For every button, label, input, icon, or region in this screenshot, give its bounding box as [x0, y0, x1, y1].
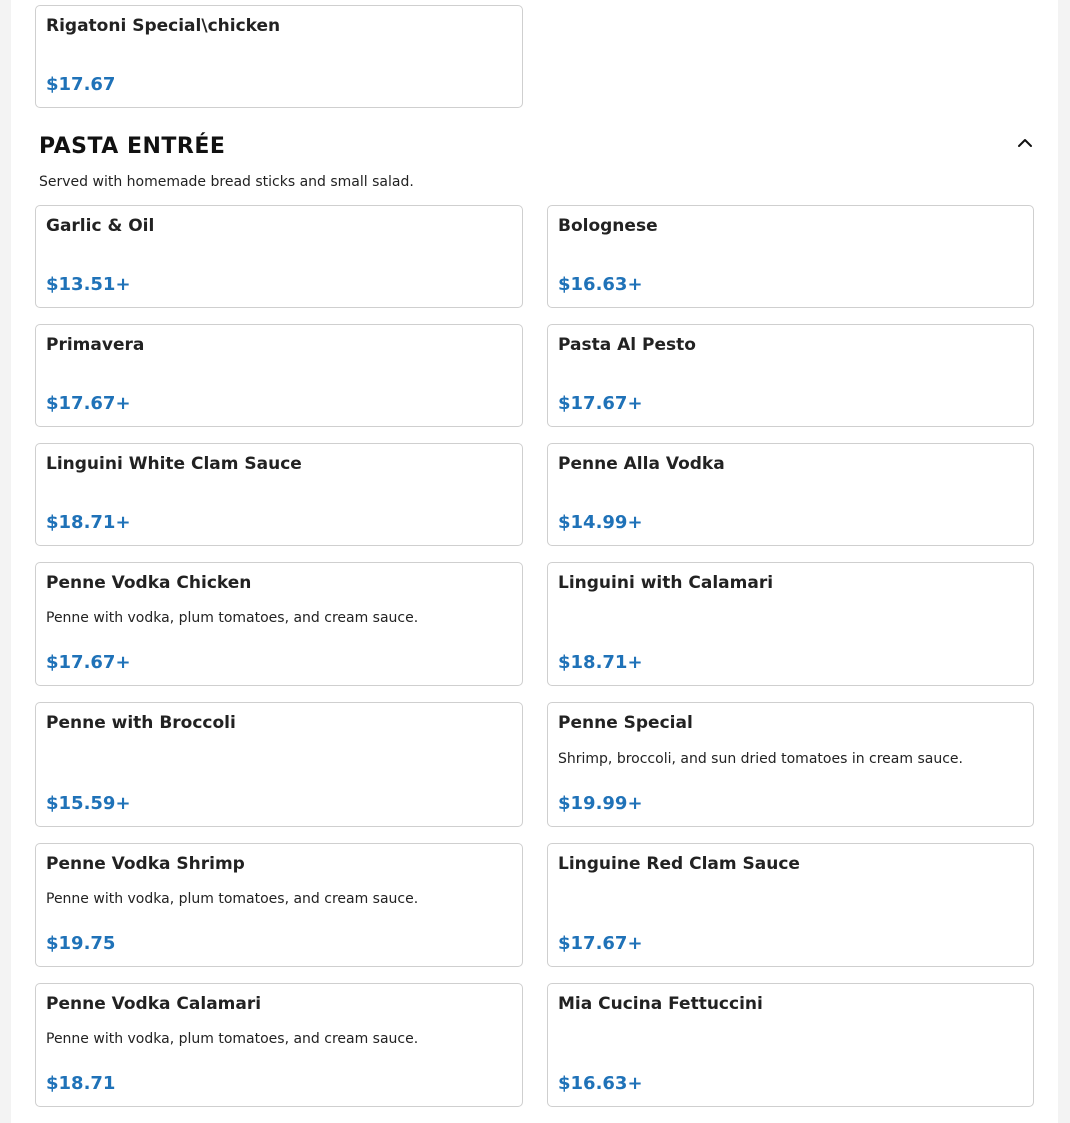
item-price: $17.67 — [46, 74, 116, 95]
item-price: $18.71+ — [46, 512, 131, 533]
item-price: $18.71 — [46, 1073, 116, 1094]
menu-item-card[interactable]: Penne with Broccoli $15.59+ — [35, 702, 523, 827]
item-price: $16.63+ — [558, 1073, 643, 1094]
section-title: PASTA ENTRÉE — [39, 134, 226, 159]
section-subtitle: Served with homemade bread sticks and sm… — [39, 174, 414, 190]
item-name: Linguini White Clam Sauce — [46, 454, 302, 474]
menu-item-card[interactable]: Primavera $17.67+ — [35, 324, 523, 427]
item-name: Penne Vodka Calamari — [46, 994, 262, 1014]
menu-item-card[interactable]: Penne Vodka Shrimp Penne with vodka, plu… — [35, 843, 523, 967]
menu-item-card[interactable]: Rigatoni Special\chicken $17.67 — [35, 5, 523, 108]
item-name: Garlic & Oil — [46, 216, 155, 236]
chevron-up-icon — [1018, 139, 1032, 147]
item-price: $17.67+ — [558, 393, 643, 414]
item-name: Linguini with Calamari — [558, 573, 774, 593]
menu-item-card[interactable]: Garlic & Oil $13.51+ — [35, 205, 523, 308]
item-price: $15.59+ — [46, 793, 131, 814]
item-name: Rigatoni Special\chicken — [46, 16, 281, 36]
item-price: $16.63+ — [558, 274, 643, 295]
item-name: Linguine Red Clam Sauce — [558, 854, 800, 874]
item-description: Shrimp, broccoli, and sun dried tomatoes… — [558, 751, 963, 767]
item-description: Penne with vodka, plum tomatoes, and cre… — [46, 610, 419, 626]
item-description: Penne with vodka, plum tomatoes, and cre… — [46, 891, 419, 907]
item-price: $17.67+ — [558, 933, 643, 954]
menu-item-card[interactable]: Linguine Red Clam Sauce $17.67+ — [547, 843, 1034, 967]
item-name: Penne Special — [558, 713, 693, 733]
item-price: $17.67+ — [46, 652, 131, 673]
item-price: $14.99+ — [558, 512, 643, 533]
collapse-section-button[interactable] — [1011, 130, 1039, 156]
item-name: Penne Alla Vodka — [558, 454, 725, 474]
item-name: Primavera — [46, 335, 145, 355]
menu-item-card[interactable]: Penne Alla Vodka $14.99+ — [547, 443, 1034, 546]
item-price: $17.67+ — [46, 393, 131, 414]
item-name: Penne Vodka Shrimp — [46, 854, 245, 874]
item-name: Penne with Broccoli — [46, 713, 236, 733]
menu-item-card[interactable]: Linguini with Calamari $18.71+ — [547, 562, 1034, 686]
item-name: Mia Cucina Fettuccini — [558, 994, 763, 1014]
item-name: Pasta Al Pesto — [558, 335, 696, 355]
menu-item-card[interactable]: Pasta Al Pesto $17.67+ — [547, 324, 1034, 427]
menu-item-card[interactable]: Mia Cucina Fettuccini $16.63+ — [547, 983, 1034, 1107]
menu-item-card[interactable]: Penne Special Shrimp, broccoli, and sun … — [547, 702, 1034, 827]
item-price: $13.51+ — [46, 274, 131, 295]
menu-item-card[interactable]: Penne Vodka Calamari Penne with vodka, p… — [35, 983, 523, 1107]
menu-item-card[interactable]: Penne Vodka Chicken Penne with vodka, pl… — [35, 562, 523, 686]
item-description: Penne with vodka, plum tomatoes, and cre… — [46, 1031, 419, 1047]
item-name: Bolognese — [558, 216, 658, 236]
item-price: $19.75 — [46, 933, 116, 954]
menu-item-card[interactable]: Linguini White Clam Sauce $18.71+ — [35, 443, 523, 546]
item-price: $19.99+ — [558, 793, 643, 814]
menu-item-card[interactable]: Bolognese $16.63+ — [547, 205, 1034, 308]
menu-page: Rigatoni Special\chicken $17.67 PASTA EN… — [11, 0, 1058, 1123]
item-price: $18.71+ — [558, 652, 643, 673]
item-name: Penne Vodka Chicken — [46, 573, 252, 593]
